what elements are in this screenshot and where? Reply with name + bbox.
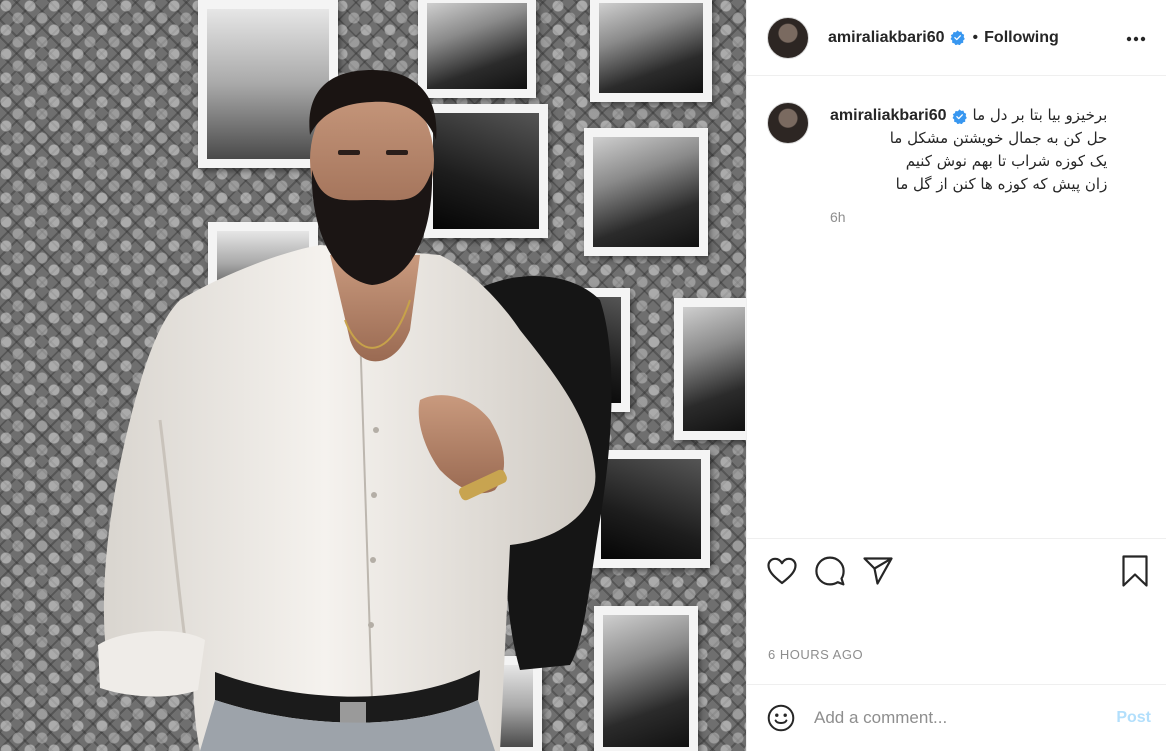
avatar[interactable] <box>767 16 809 59</box>
paper-plane-icon[interactable] <box>863 556 893 585</box>
wall-frame-small-left <box>208 222 318 304</box>
comment-input[interactable] <box>814 708 1117 728</box>
caption-age[interactable]: 6h <box>830 209 1107 225</box>
post-sidebar: amiraliakbari60 • Following amiraliakbar… <box>746 0 1166 751</box>
caption-line: برخیزو بیا بتا بر دل ما <box>972 106 1108 124</box>
following-button[interactable]: Following <box>984 29 1059 47</box>
wall-frame-fighter <box>594 606 698 751</box>
wall-frame-portrait-cigar <box>590 0 712 102</box>
more-options-icon[interactable] <box>1122 25 1150 51</box>
separator-dot: • <box>972 28 979 46</box>
caption: amiraliakbari60 برخیزو بیا بتا بر دل ما … <box>767 102 1146 225</box>
wall-frame-boxing-match <box>424 104 548 238</box>
add-comment-bar: Post <box>747 684 1166 751</box>
post-header: amiraliakbari60 • Following <box>747 0 1166 76</box>
caption-line: یک کوزه شراب تا بهم نوش کنیم <box>905 152 1108 170</box>
caption-body: amiraliakbari60 برخیزو بیا بتا بر دل ما … <box>830 104 1107 225</box>
heart-icon[interactable] <box>767 557 797 585</box>
wall-frame-boxer <box>198 0 338 168</box>
caption-line: زان پیش که کوزه ها کنن از گل ما <box>895 175 1108 193</box>
wall-frame-couple <box>584 128 708 256</box>
wall-frame-bottom-mid <box>474 656 542 751</box>
caption-line: حل کن به جمال خویشتن مشکل ما <box>889 129 1108 147</box>
smiley-icon[interactable] <box>767 704 795 732</box>
wall-frame-bodybuilder <box>418 0 536 98</box>
comment-bubble-icon[interactable] <box>815 556 845 586</box>
bookmark-icon[interactable] <box>1121 554 1149 587</box>
wall-frame-ring <box>592 450 710 568</box>
post-timestamp[interactable]: 6 HOURS AGO <box>768 647 863 662</box>
action-bar <box>747 538 1166 602</box>
comments-area: amiraliakbari60 برخیزو بیا بتا بر دل ما … <box>747 76 1166 538</box>
post-photo[interactable] <box>0 0 746 751</box>
wall-frame-seated-man <box>674 298 746 440</box>
verified-badge-icon <box>952 108 967 124</box>
username-link[interactable]: amiraliakbari60 <box>828 29 945 47</box>
post-comment-button[interactable]: Post <box>1116 709 1151 727</box>
caption-username-link[interactable]: amiraliakbari60 <box>830 107 967 125</box>
verified-badge-icon <box>950 30 965 45</box>
wall-frame-mid <box>564 288 630 412</box>
caption-avatar[interactable] <box>767 102 809 144</box>
